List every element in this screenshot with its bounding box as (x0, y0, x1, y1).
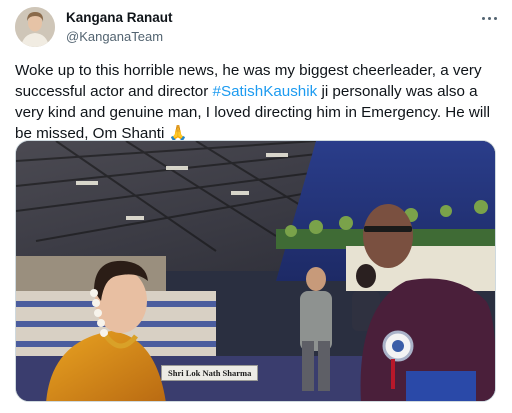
author-name[interactable]: Kangana Ranaut (66, 10, 173, 25)
avatar-image (15, 7, 55, 47)
author-handle[interactable]: @KanganaTeam (66, 29, 163, 44)
photo-image (16, 141, 495, 401)
hashtag-link[interactable]: #SatishKaushik (213, 83, 318, 100)
more-dot (481, 16, 485, 20)
tweet-media-photo[interactable]: Shri Lok Nath Sharma (15, 140, 496, 402)
nameplate: Shri Lok Nath Sharma (161, 365, 259, 381)
more-dot (487, 16, 491, 20)
avatar[interactable] (15, 7, 55, 47)
more-dot (493, 16, 497, 20)
tweet-text: Woke up to this horrible news, he was my… (15, 60, 505, 144)
more-options-icon[interactable] (476, 8, 502, 28)
tweet-card: Kangana Ranaut @KanganaTeam Woke up to t… (0, 0, 512, 413)
